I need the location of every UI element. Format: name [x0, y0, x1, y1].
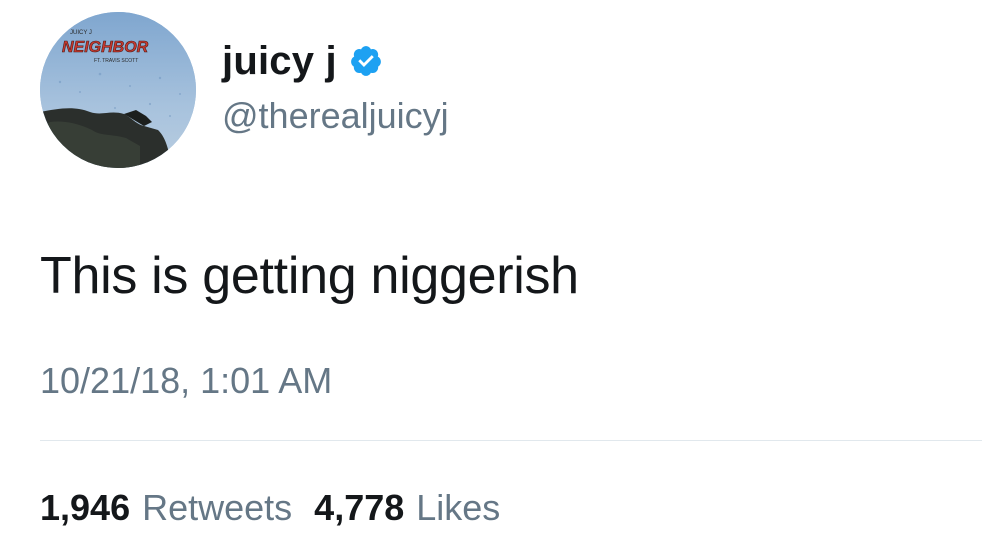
author-name-row: juicy j	[222, 36, 383, 86]
tweet-stats: 1,946 Retweets 4,778 Likes	[40, 484, 522, 532]
tweet-card: JUICY J NEIGHBOR FT. TRAVIS SCOTT juicy …	[0, 0, 982, 552]
retweets-count: 1,946	[40, 487, 131, 528]
retweets-label: Retweets	[142, 487, 293, 528]
verified-badge-icon	[349, 44, 383, 78]
display-name[interactable]: juicy j	[222, 36, 337, 86]
tweet-text: This is getting niggerish	[40, 247, 579, 305]
divider	[40, 440, 982, 441]
retweets-stat[interactable]: 1,946 Retweets	[40, 484, 292, 532]
tweet-timestamp[interactable]: 10/21/18, 1:01 AM	[40, 358, 332, 404]
avatar-feature-text: FT. TRAVIS SCOTT	[94, 58, 138, 64]
album-cover-avatar-icon: JUICY J NEIGHBOR FT. TRAVIS SCOTT	[40, 12, 196, 168]
likes-count: 4,778	[314, 487, 405, 528]
likes-stat[interactable]: 4,778 Likes	[314, 484, 500, 532]
likes-label: Likes	[416, 487, 501, 528]
author-handle[interactable]: @therealjuicyj	[222, 94, 449, 138]
avatar[interactable]: JUICY J NEIGHBOR FT. TRAVIS SCOTT	[40, 12, 196, 168]
avatar-title-text: NEIGHBOR	[62, 39, 149, 56]
avatar-artist-text: JUICY J	[70, 30, 92, 36]
